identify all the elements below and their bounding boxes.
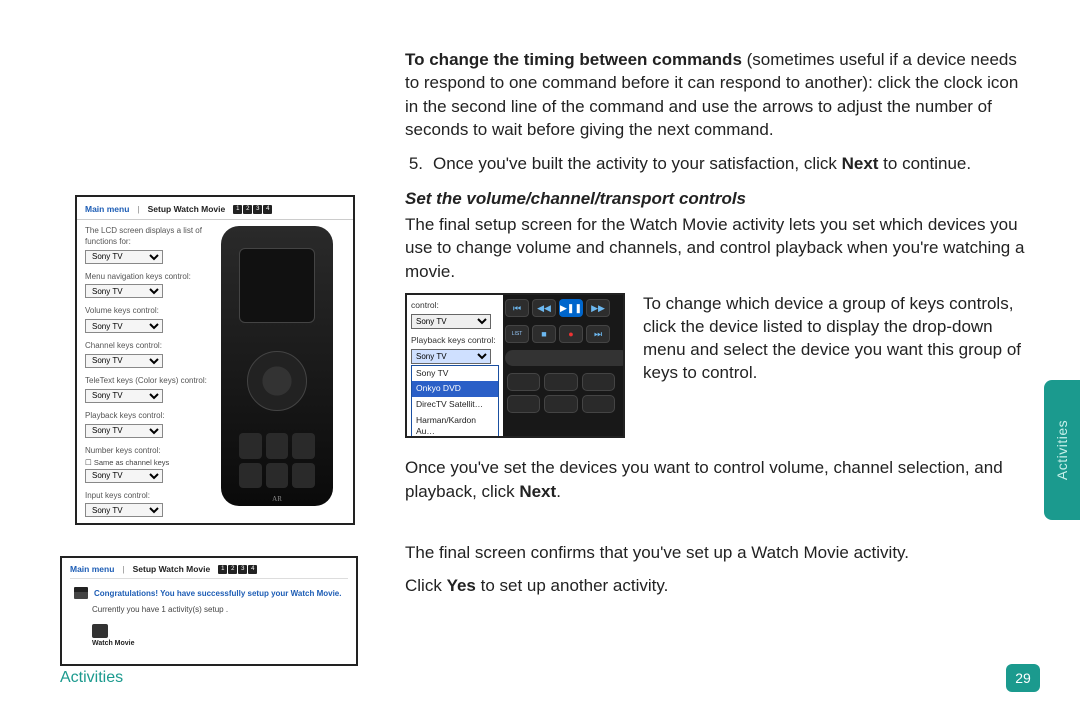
menu-select[interactable]: Sony TV (85, 284, 163, 298)
timing-bold: To change the timing between commands (405, 50, 742, 69)
remote-keypad (499, 369, 623, 417)
row-dropdown-detail: ⏮ ◀◀ ▶❚❚ ▶▶ LIST ■ ● ⏭ (405, 293, 1030, 438)
footer-section: Activities (60, 669, 123, 687)
main-menu-link-2[interactable]: Main menu (70, 564, 114, 574)
section-p2: To change which device a group of keys c… (643, 293, 1030, 385)
transport-next-icon: ⏭ (586, 325, 610, 343)
page-number: 29 (1006, 664, 1040, 692)
remote-image: AR (221, 226, 333, 506)
step-indicator: 1234 (218, 565, 257, 574)
page-footer: Activities 29 (60, 664, 1040, 692)
playback-select-1[interactable]: Sony TV (85, 424, 163, 438)
dropdown-open[interactable]: Sony TV Onkyo DVD DirecTV Satellit… Harm… (411, 365, 499, 439)
body-text: To change the timing between commands (s… (405, 48, 1030, 608)
teletext-select[interactable]: Sony TV (85, 389, 163, 403)
congrats-message: Congratulations! You have successfully s… (74, 587, 348, 599)
remote-logo: AR (272, 495, 282, 503)
activity-item[interactable]: Watch Movie (92, 624, 348, 647)
activity-count: Currently you have 1 activity(s) setup . (92, 605, 348, 614)
number-select[interactable]: Sony TV (85, 469, 163, 483)
dropdown-option-selected[interactable]: Onkyo DVD (412, 381, 498, 397)
dropdown-option[interactable]: Harman/Kardon Au… (412, 413, 498, 438)
breadcrumb: Setup Watch Movie (148, 204, 226, 214)
confirmation-header: Main menu | Setup Watch Movie 1234 (70, 564, 348, 579)
step-5-text: Once you've built the activity to your s… (433, 152, 971, 175)
clapboard-icon (74, 587, 88, 599)
subsection-heading: Set the volume/channel/transport control… (405, 187, 1030, 210)
section-p5: Click Yes to set up another activity. (405, 574, 1030, 597)
transport-list-icon: LIST (505, 325, 529, 343)
lcd-select[interactable]: Sony TV (85, 250, 163, 264)
remote-zoom: ⏮ ◀◀ ▶❚❚ ▶▶ LIST ■ ● ⏭ (499, 295, 623, 436)
transport-ff-icon: ▶▶ (586, 299, 610, 317)
step-5-number: 5. (405, 152, 433, 175)
transport-stop-icon: ■ (532, 325, 556, 343)
remote-bar (505, 350, 625, 366)
clapboard-icon (92, 624, 108, 638)
screenshot-dropdown: ⏮ ◀◀ ▶❚❚ ▶▶ LIST ■ ● ⏭ (405, 293, 625, 438)
setup-form: The LCD screen displays a list of functi… (85, 226, 215, 525)
manual-page: Activities To change the timing between … (0, 0, 1080, 720)
control-select[interactable]: Sony TV (411, 314, 491, 329)
screenshot-confirmation: Main menu | Setup Watch Movie 1234 Congr… (60, 556, 358, 666)
dropdown-option[interactable]: Sony TV (412, 366, 498, 382)
dropdown-pane: control: Sony TV Playback keys control: … (407, 295, 503, 436)
side-tab-label: Activities (1054, 420, 1070, 480)
remote-screen (239, 248, 315, 323)
screenshot-header: Main menu | Setup Watch Movie 1234 (77, 197, 353, 220)
step-5: 5. Once you've built the activity to you… (405, 152, 1030, 175)
side-tab-activities: Activities (1044, 380, 1080, 520)
breadcrumb: Setup Watch Movie (133, 564, 211, 574)
same-as-channel-checkbox[interactable]: ☐ Same as channel keys (85, 458, 215, 468)
channel-select[interactable]: Sony TV (85, 354, 163, 368)
transport-prev-icon: ⏮ (505, 299, 529, 317)
main-menu-link[interactable]: Main menu (85, 204, 129, 214)
playback-select[interactable]: Sony TV (411, 349, 491, 364)
timing-paragraph: To change the timing between commands (s… (405, 48, 1030, 142)
transport-rew-icon: ◀◀ (532, 299, 556, 317)
transport-rec-icon: ● (559, 325, 583, 343)
section-p1: The final setup screen for the Watch Mov… (405, 213, 1030, 283)
section-p3: Once you've set the devices you want to … (405, 456, 1030, 503)
remote-buttons (239, 433, 315, 488)
volume-select[interactable]: Sony TV (85, 319, 163, 333)
section-p4: The final screen confirms that you've se… (405, 541, 1030, 564)
step-indicator: 1234 (233, 205, 272, 214)
remote-wheel (247, 351, 307, 411)
transport-play-icon: ▶❚❚ (559, 299, 583, 317)
screenshot-setup: Main menu | Setup Watch Movie 1234 The L… (75, 195, 355, 525)
input-select[interactable]: Sony TV (85, 503, 163, 517)
dropdown-option[interactable]: DirecTV Satellit… (412, 397, 498, 413)
